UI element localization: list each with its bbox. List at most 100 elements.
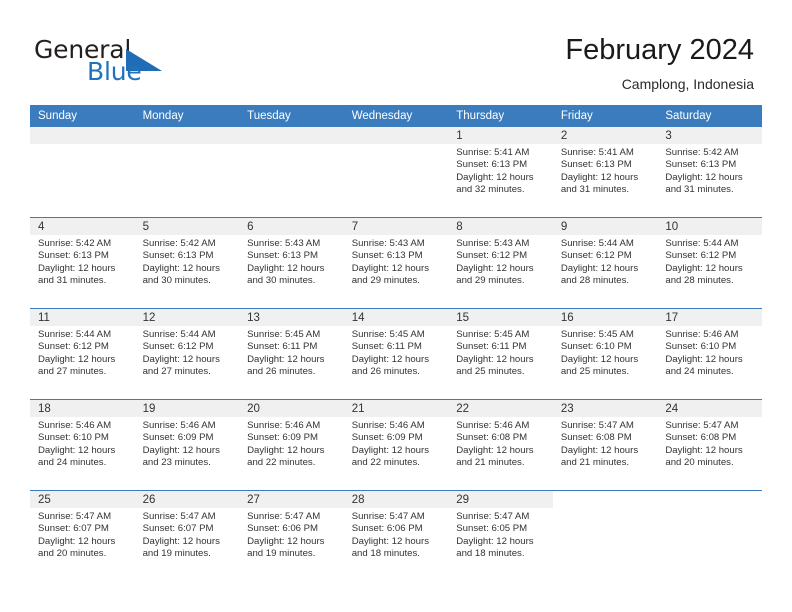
daylight-text-line2: and 30 minutes. [247,275,316,287]
calendar-day-cell[interactable]: 27 Sunrise: 5:47 AM Sunset: 6:06 PM Dayligh… [239,490,344,581]
calendar-week-row: 1 Sunrise: 5:41 AM Sunset: 6:13 PM Daylight… [30,127,762,218]
weekday-header-tuesday: Tuesday [239,105,344,127]
weekday-header-monday: Monday [134,105,240,127]
daylight-text-line1: Daylight: 12 hours [142,353,220,365]
general-blue-logo: General Blue [34,36,234,92]
calendar-day-cell[interactable]: 29 Sunrise: 5:47 AM Sunset: 6:05 PM Dayligh… [448,490,553,581]
day-number: 24 [657,400,762,417]
day-cell-inner: 18 Sunrise: 5:46 AM Sunset: 6:10 PM Dayligh… [30,400,135,490]
sunrise-text: Sunrise: 5:46 AM [38,420,112,431]
title-block: February 2024 Camplong, Indonesia [565,32,754,93]
calendar-day-cell[interactable]: 22 Sunrise: 5:46 AM Sunset: 6:08 PM Dayligh… [448,399,553,491]
day-sun-info: Sunrise: 5:42 AM Sunset: 6:13 PM Daylight:… [657,144,762,197]
day-cell-inner: 5 Sunrise: 5:42 AM Sunset: 6:13 PM Daylight… [134,218,240,308]
daylight-text-line1: Daylight: 12 hours [351,353,430,365]
day-number: 18 [30,400,135,417]
day-cell-inner: 22 Sunrise: 5:46 AM Sunset: 6:08 PM Dayligh… [448,400,553,490]
calendar-day-cell[interactable]: 24 Sunrise: 5:47 AM Sunset: 6:08 PM Dayligh… [657,399,762,491]
calendar-day-cell[interactable]: 1 Sunrise: 5:41 AM Sunset: 6:13 PM Daylight… [448,127,553,218]
daylight-text-line1: Daylight: 12 hours [456,535,534,547]
daylight-text-line2: and 30 minutes. [142,275,211,287]
weekday-header-wednesday: Wednesday [343,105,449,127]
sunrise-text: Sunrise: 5:42 AM [38,238,112,249]
day-cell-inner: 28 Sunrise: 5:47 AM Sunset: 6:06 PM Dayligh… [343,491,449,581]
daylight-text-line2: and 22 minutes. [351,457,420,469]
daylight-text-line2: and 23 minutes. [142,457,211,469]
day-cell-inner: 17 Sunrise: 5:46 AM Sunset: 6:10 PM Dayligh… [657,309,762,399]
sunrise-text: Sunrise: 5:45 AM [560,329,634,340]
daylight-text-line2: and 26 minutes. [351,366,420,378]
day-number: 8 [448,218,553,235]
calendar-day-cell[interactable]: 25 Sunrise: 5:47 AM Sunset: 6:07 PM Dayligh… [30,490,135,581]
calendar-day-cell[interactable]: 17 Sunrise: 5:46 AM Sunset: 6:10 PM Dayligh… [657,308,762,400]
calendar-empty-cell [343,127,449,218]
day-cell-inner: 4 Sunrise: 5:42 AM Sunset: 6:13 PM Daylight… [30,218,135,308]
sunrise-text: Sunrise: 5:46 AM [142,420,216,431]
sunset-text: Sunset: 6:12 PM [665,250,737,262]
day-cell-inner [30,127,135,217]
calendar-week-row: 18 Sunrise: 5:46 AM Sunset: 6:10 PM Dayligh… [30,399,762,491]
sunrise-text: Sunrise: 5:47 AM [351,511,425,522]
calendar-day-cell[interactable]: 14 Sunrise: 5:45 AM Sunset: 6:11 PM Dayligh… [343,308,449,400]
calendar-day-cell[interactable]: 21 Sunrise: 5:46 AM Sunset: 6:09 PM Dayligh… [343,399,449,491]
day-sun-info: Sunrise: 5:44 AM Sunset: 6:12 PM Daylight:… [553,235,658,288]
daylight-text-line2: and 27 minutes. [142,366,211,378]
calendar-week-row: 11 Sunrise: 5:44 AM Sunset: 6:12 PM Dayligh… [30,308,762,400]
sunset-text: Sunset: 6:12 PM [456,250,528,262]
calendar-day-cell[interactable]: 23 Sunrise: 5:47 AM Sunset: 6:08 PM Dayligh… [552,399,658,491]
day-number: 2 [552,127,658,144]
day-number [343,127,449,144]
calendar-day-cell[interactable]: 28 Sunrise: 5:47 AM Sunset: 6:06 PM Dayligh… [343,490,449,581]
daylight-text-line2: and 19 minutes. [247,548,316,560]
daylight-text-line2: and 18 minutes. [456,548,525,560]
sunrise-text: Sunrise: 5:42 AM [142,238,216,249]
daylight-text-line1: Daylight: 12 hours [38,535,116,547]
page-subtitle-location: Camplong, Indonesia [621,76,754,92]
sunrise-text: Sunrise: 5:47 AM [142,511,216,522]
calendar-day-cell[interactable]: 26 Sunrise: 5:47 AM Sunset: 6:07 PM Dayligh… [134,490,240,581]
sunrise-text: Sunrise: 5:43 AM [247,238,321,249]
calendar-day-cell[interactable]: 3 Sunrise: 5:42 AM Sunset: 6:13 PM Daylight… [657,127,762,218]
calendar-empty-cell [134,127,240,218]
calendar-page: General Blue February 2024 Camplong, Ind… [0,0,792,612]
day-cell-inner: 26 Sunrise: 5:47 AM Sunset: 6:07 PM Dayligh… [134,491,240,581]
daylight-text-line1: Daylight: 12 hours [142,444,220,456]
calendar-day-cell[interactable]: 8 Sunrise: 5:43 AM Sunset: 6:12 PM Daylight… [448,217,553,309]
sunset-text: Sunset: 6:13 PM [142,250,214,262]
calendar-day-cell[interactable]: 7 Sunrise: 5:43 AM Sunset: 6:13 PM Daylight… [343,217,449,309]
calendar-day-cell[interactable]: 12 Sunrise: 5:44 AM Sunset: 6:12 PM Dayligh… [134,308,240,400]
daylight-text-line2: and 20 minutes. [665,457,734,469]
day-number: 9 [552,218,658,235]
calendar-empty-cell [657,490,762,581]
day-number: 22 [448,400,553,417]
day-number: 16 [552,309,658,326]
calendar-day-cell[interactable]: 20 Sunrise: 5:46 AM Sunset: 6:09 PM Dayligh… [239,399,344,491]
sunrise-text: Sunrise: 5:45 AM [247,329,321,340]
calendar-day-cell[interactable]: 6 Sunrise: 5:43 AM Sunset: 6:13 PM Daylight… [239,217,344,309]
calendar-day-cell[interactable]: 10 Sunrise: 5:44 AM Sunset: 6:12 PM Dayligh… [657,217,762,309]
daylight-text-line1: Daylight: 12 hours [351,444,430,456]
calendar-day-cell[interactable]: 4 Sunrise: 5:42 AM Sunset: 6:13 PM Daylight… [30,217,135,309]
calendar-day-cell[interactable]: 9 Sunrise: 5:44 AM Sunset: 6:12 PM Daylight… [552,217,658,309]
day-cell-inner: 7 Sunrise: 5:43 AM Sunset: 6:13 PM Daylight… [343,218,449,308]
day-cell-inner [239,127,344,217]
calendar-day-cell[interactable]: 19 Sunrise: 5:46 AM Sunset: 6:09 PM Dayligh… [134,399,240,491]
sunset-text: Sunset: 6:07 PM [142,523,214,535]
sunset-text: Sunset: 6:13 PM [247,250,319,262]
day-number: 20 [239,400,344,417]
calendar-day-cell[interactable]: 15 Sunrise: 5:45 AM Sunset: 6:11 PM Dayligh… [448,308,553,400]
calendar-day-cell[interactable]: 13 Sunrise: 5:45 AM Sunset: 6:11 PM Dayligh… [239,308,344,400]
day-cell-inner: 19 Sunrise: 5:46 AM Sunset: 6:09 PM Dayligh… [134,400,240,490]
calendar-day-cell[interactable]: 16 Sunrise: 5:45 AM Sunset: 6:10 PM Dayligh… [552,308,658,400]
logo-text-blue: Blue [87,57,142,86]
calendar-day-cell[interactable]: 11 Sunrise: 5:44 AM Sunset: 6:12 PM Dayligh… [30,308,135,400]
sunrise-text: Sunrise: 5:46 AM [351,420,425,431]
daylight-text-line1: Daylight: 12 hours [560,444,639,456]
day-number [657,491,762,508]
calendar-day-cell[interactable]: 2 Sunrise: 5:41 AM Sunset: 6:13 PM Daylight… [552,127,658,218]
calendar-day-cell[interactable]: 18 Sunrise: 5:46 AM Sunset: 6:10 PM Dayligh… [30,399,135,491]
calendar-day-cell[interactable]: 5 Sunrise: 5:42 AM Sunset: 6:13 PM Daylight… [134,217,240,309]
day-number: 12 [134,309,240,326]
sunrise-text: Sunrise: 5:41 AM [456,147,530,158]
sunset-text: Sunset: 6:13 PM [38,250,109,262]
